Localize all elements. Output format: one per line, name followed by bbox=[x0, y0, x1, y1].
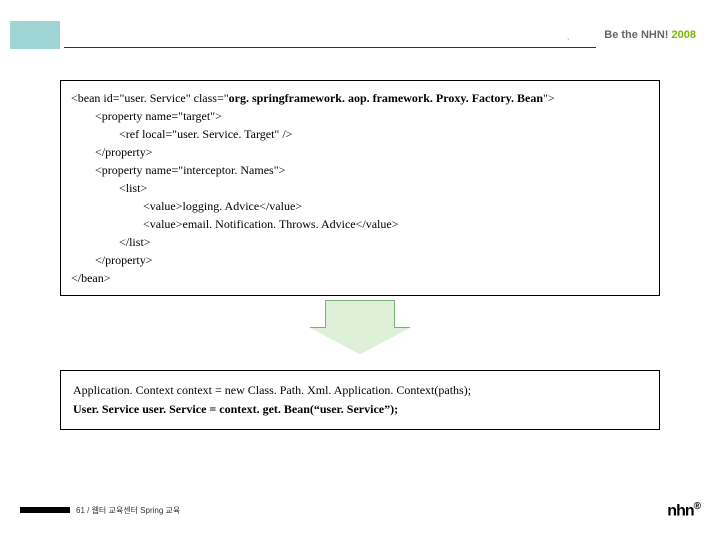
code-line: <value>logging. Advice</value> bbox=[71, 197, 649, 215]
code-line: </bean> bbox=[71, 269, 649, 287]
header-divider bbox=[64, 47, 596, 48]
slide-header: ` Be the NHN! 2008 bbox=[0, 20, 700, 50]
code-text: <bean id="user. Service" class=" bbox=[71, 91, 229, 105]
slide-footer: 61 / 웹터 교육센터 Spring 교육 nhn® bbox=[20, 501, 700, 520]
code-line: <value>email. Notification. Throws. Advi… bbox=[71, 215, 649, 233]
code-bold: org. springframework. aop. framework. Pr… bbox=[229, 91, 543, 105]
code-line: <property name="interceptor. Names"> bbox=[71, 161, 649, 179]
java-usage-box: Application. Context context = new Class… bbox=[60, 370, 660, 430]
code-text: "> bbox=[543, 91, 555, 105]
header-color-block bbox=[10, 21, 60, 49]
header-year: 2008 bbox=[672, 29, 696, 41]
code-line: <bean id="user. Service" class="org. spr… bbox=[71, 89, 649, 107]
code-line: </property> bbox=[71, 143, 649, 161]
usage-line-bold: User. Service user. Service = context. g… bbox=[73, 400, 647, 419]
footer-bar-icon bbox=[20, 507, 70, 513]
nhn-logo: nhn® bbox=[667, 501, 700, 520]
header-tick-icon: ` bbox=[567, 38, 570, 49]
code-line: <property name="target"> bbox=[71, 107, 649, 125]
code-line: <ref local="user. Service. Target" /> bbox=[71, 125, 649, 143]
logo-dot-icon: ® bbox=[694, 501, 700, 512]
logo-text: nhn bbox=[667, 502, 693, 519]
usage-line: Application. Context context = new Class… bbox=[73, 381, 647, 400]
code-line: </property> bbox=[71, 251, 649, 269]
footer-page-text: 61 / 웹터 교육센터 Spring 교육 bbox=[76, 505, 180, 516]
xml-config-box: <bean id="user. Service" class="org. spr… bbox=[60, 80, 660, 296]
header-tag-text: Be the NHN! bbox=[604, 29, 668, 41]
code-line: </list> bbox=[71, 233, 649, 251]
code-line: <list> bbox=[71, 179, 649, 197]
down-arrow-icon bbox=[310, 300, 410, 360]
header-tagline: Be the NHN! 2008 bbox=[604, 29, 696, 41]
